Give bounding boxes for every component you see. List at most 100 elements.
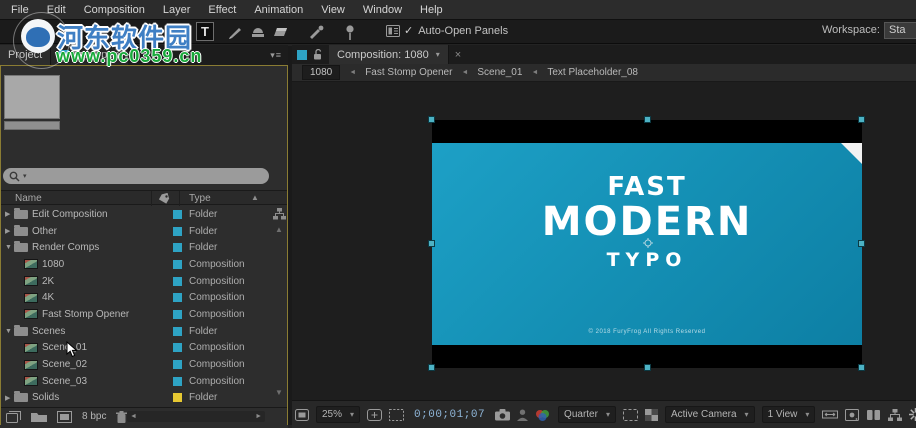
new-folder-icon[interactable] (31, 411, 47, 422)
project-row-scene-01[interactable]: Scene_01Composition (1, 340, 271, 357)
horizontal-scrollbar[interactable]: ◄ ► (127, 411, 265, 422)
menu-item-view[interactable]: View (312, 4, 354, 16)
eraser-tool-icon[interactable] (272, 25, 289, 38)
label-color-chip[interactable] (173, 260, 182, 269)
selection-handle[interactable] (858, 364, 865, 371)
channel-rgb-icon[interactable] (535, 409, 551, 421)
scroll-down-icon[interactable]: ▼ (275, 388, 283, 397)
composition-viewer[interactable]: FAST MODERN TYPO © 2018 FuryFrog All Rig… (292, 82, 916, 400)
selection-handle[interactable] (858, 116, 865, 123)
panel-menu-icon[interactable]: ▾≡ (270, 50, 288, 61)
magnification-dropdown[interactable]: 25% ▾ (316, 406, 360, 423)
project-row-scene-02[interactable]: Scene_02Composition (1, 356, 271, 373)
resolution-dropdown[interactable]: Quarter ▾ (558, 406, 616, 423)
label-color-chip[interactable] (173, 327, 182, 336)
tab-composition-1080[interactable]: Composition: 1080 ▾ (329, 45, 449, 64)
breadcrumb-item-fast-stomp-opener[interactable]: Fast Stomp Opener (365, 67, 452, 78)
label-color-chip[interactable] (173, 393, 182, 402)
twirl-icon[interactable]: ▼ (5, 328, 13, 335)
selection-handle[interactable] (428, 240, 435, 247)
scroll-up-icon[interactable]: ▲ (275, 225, 283, 234)
chevron-down-icon[interactable]: ▾ (436, 50, 440, 59)
video-frame[interactable]: FAST MODERN TYPO © 2018 FuryFrog All Rig… (432, 120, 862, 368)
auto-open-panels-toggle[interactable]: ✓ Auto-Open Panels (404, 24, 508, 37)
selection-handle[interactable] (644, 116, 651, 123)
project-row-1080[interactable]: 1080Composition (1, 256, 271, 273)
fast-previews-icon[interactable] (909, 408, 916, 421)
flowchart-icon[interactable] (273, 208, 286, 220)
twirl-icon[interactable]: ▶ (5, 394, 13, 402)
interpret-footage-icon[interactable] (6, 411, 21, 423)
label-color-chip[interactable] (173, 210, 182, 219)
scroll-left-icon[interactable]: ◄ (130, 413, 137, 420)
label-color-chip[interactable] (173, 310, 182, 319)
project-row-render-comps[interactable]: ▼Render CompsFolder (1, 239, 271, 256)
label-color-chip[interactable] (173, 343, 182, 352)
comp-flowchart-icon[interactable] (888, 409, 902, 421)
project-row-scenes[interactable]: ▼ScenesFolder (1, 323, 271, 340)
label-color-chip[interactable] (173, 243, 182, 252)
label-color-chip[interactable] (173, 227, 182, 236)
timecode-display[interactable]: 0;00;01;07 (411, 408, 488, 422)
search-input[interactable]: ▾ (3, 168, 269, 184)
show-snapshot-icon[interactable] (517, 409, 528, 421)
workspace-dropdown[interactable]: Sta (884, 22, 916, 39)
pixel-aspect-icon[interactable] (822, 409, 838, 420)
column-type[interactable]: Type (189, 193, 211, 204)
menu-item-animation[interactable]: Animation (245, 4, 312, 16)
project-list-scrollbar[interactable]: ▲ ▼ (272, 206, 287, 407)
project-row-edit-composition[interactable]: ▶Edit CompositionFolder (1, 206, 271, 223)
bit-depth-button[interactable]: 8 bpc (82, 411, 106, 422)
menu-item-layer[interactable]: Layer (154, 4, 200, 16)
menu-item-effect[interactable]: Effect (199, 4, 245, 16)
selection-handle[interactable] (428, 116, 435, 123)
transparency-grid-icon[interactable] (645, 409, 658, 421)
project-row-scene-03[interactable]: Scene_03Composition (1, 373, 271, 390)
clone-stamp-tool-icon[interactable] (250, 25, 266, 39)
project-row-fast-stomp-opener[interactable]: Fast Stomp OpenerComposition (1, 306, 271, 323)
lock-icon[interactable] (313, 49, 323, 60)
twirl-icon[interactable]: ▶ (5, 210, 13, 218)
selection-handle[interactable] (644, 364, 651, 371)
trash-icon[interactable] (116, 411, 127, 423)
safe-margins-icon[interactable] (367, 409, 382, 421)
project-row-2k[interactable]: 2KComposition (1, 273, 271, 290)
project-row-other[interactable]: ▶OtherFolder (1, 223, 271, 240)
sort-asc-icon[interactable]: ▲ (251, 193, 259, 202)
column-divider[interactable] (151, 191, 152, 206)
breadcrumb-item-text-placeholder-08[interactable]: Text Placeholder_08 (547, 67, 638, 78)
exposure-reset-icon[interactable] (845, 409, 859, 421)
roto-brush-tool-icon[interactable] (308, 25, 325, 39)
label-color-chip[interactable] (173, 277, 182, 286)
grid-options-icon[interactable] (389, 409, 404, 421)
panel-list-icon[interactable] (386, 25, 400, 37)
close-icon[interactable]: × (455, 49, 461, 61)
new-composition-icon[interactable] (57, 411, 72, 423)
breadcrumb-item-scene-01[interactable]: Scene_01 (477, 67, 522, 78)
scroll-right-icon[interactable]: ► (255, 413, 262, 420)
search-dropdown-icon[interactable]: ▾ (23, 172, 27, 180)
label-color-chip[interactable] (173, 360, 182, 369)
twirl-icon[interactable]: ▶ (5, 227, 13, 235)
label-color-chip[interactable] (173, 377, 182, 386)
menu-item-help[interactable]: Help (411, 4, 452, 16)
camera-dropdown[interactable]: Active Camera ▾ (665, 406, 755, 423)
label-color-chip[interactable] (173, 293, 182, 302)
mini-flowchart-icon[interactable] (866, 409, 881, 421)
menu-item-composition[interactable]: Composition (75, 4, 154, 16)
always-preview-icon[interactable] (295, 409, 309, 421)
puppet-pin-tool-icon[interactable] (344, 25, 356, 40)
view-layout-dropdown[interactable]: 1 View ▾ (762, 406, 816, 423)
project-row-solids[interactable]: ▶SolidsFolder (1, 390, 271, 407)
region-of-interest-icon[interactable] (623, 409, 638, 421)
twirl-icon[interactable]: ▼ (5, 244, 13, 251)
type-tool-button[interactable]: T (196, 22, 214, 41)
menu-item-window[interactable]: Window (354, 4, 411, 16)
breadcrumb-item-1080[interactable]: 1080 (302, 65, 340, 80)
column-divider[interactable] (179, 191, 180, 206)
label-tag-icon[interactable] (158, 193, 170, 204)
selection-handle[interactable] (428, 364, 435, 371)
brush-tool-icon[interactable] (228, 25, 244, 39)
selection-handle[interactable] (858, 240, 865, 247)
project-row-4k[interactable]: 4KComposition (1, 289, 271, 306)
